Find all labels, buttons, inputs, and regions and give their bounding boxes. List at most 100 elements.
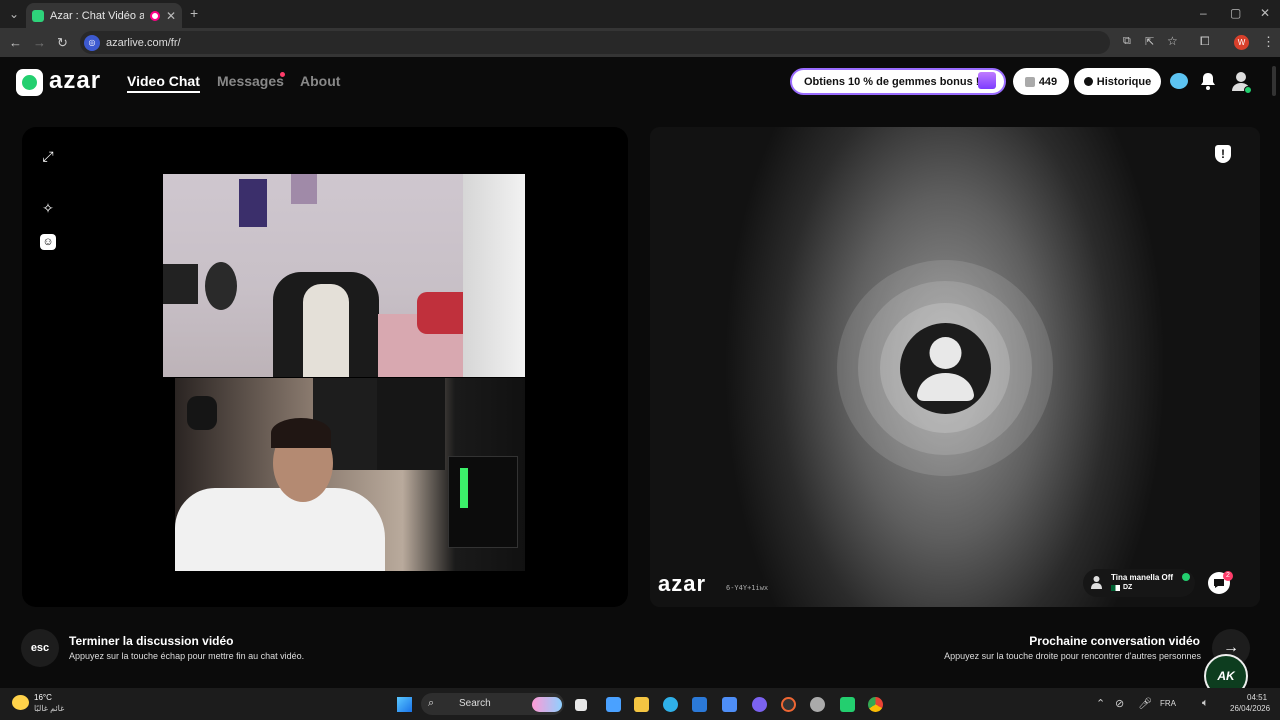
chrome-icon[interactable] xyxy=(868,697,883,712)
verified-badge-icon xyxy=(1182,573,1190,581)
algeria-flag-icon xyxy=(1111,585,1120,591)
peer-country: DZ xyxy=(1123,584,1133,591)
sticker-icon[interactable]: ☺ xyxy=(40,234,56,250)
search-highlight-icon xyxy=(532,697,562,712)
url-text: azarlive.com/fr/ xyxy=(106,36,181,49)
browser-tab-bar: ⌄ Azar : Chat Vidéo avec de n ✕ + – ▢ ✕ xyxy=(0,0,1280,28)
gem-bonus-promo-button[interactable]: Obtiens 10 % de gemmes bonus ! xyxy=(790,68,1006,95)
tray-chevron-icon[interactable]: ⌃ xyxy=(1096,697,1105,710)
start-icon[interactable] xyxy=(397,697,412,712)
minimize-icon[interactable]: – xyxy=(1200,6,1207,20)
scrollbar[interactable] xyxy=(1272,66,1276,96)
rgb-light xyxy=(460,468,468,508)
edge-icon[interactable] xyxy=(663,697,678,712)
promo-text: Obtiens 10 % de gemmes bonus ! xyxy=(804,75,980,88)
monitor xyxy=(163,264,198,304)
weather-icon[interactable] xyxy=(12,695,29,710)
gems-count: 449 xyxy=(1038,75,1058,88)
azar-watermark: azar xyxy=(658,571,707,596)
gift-icon xyxy=(978,72,996,89)
address-bar-row: ← → ↻ ◎ azarlive.com/fr/ ⧉ ⇱ ☆ ⧠ W ⋮ xyxy=(0,28,1280,57)
clock-icon xyxy=(1083,77,1093,86)
browser-tab[interactable]: Azar : Chat Vidéo avec de n ✕ xyxy=(26,3,182,28)
peer-user-icon xyxy=(1091,576,1102,589)
azar-favicon-icon xyxy=(32,9,44,22)
bell-icon[interactable] xyxy=(1200,72,1216,90)
site-info-icon[interactable]: ◎ xyxy=(84,34,100,51)
bookmark-star-icon[interactable]: ☆ xyxy=(1167,34,1178,48)
app-header: azar Video Chat Messages About Obtiens 1… xyxy=(0,58,1280,108)
history-label: Historique xyxy=(1096,75,1152,88)
clock-time[interactable]: 04:51 xyxy=(1247,693,1267,702)
volume-icon[interactable]: 🔈︎ xyxy=(1202,697,1209,710)
reload-icon[interactable]: ↻ xyxy=(57,35,68,51)
maximize-icon[interactable]: ▢ xyxy=(1230,6,1241,20)
fan xyxy=(205,262,237,310)
chair-stripe xyxy=(303,284,349,377)
store-icon[interactable] xyxy=(692,697,707,712)
clock-date[interactable]: 26/04/2026 xyxy=(1230,704,1270,713)
new-tab-icon[interactable]: + xyxy=(190,5,198,21)
history-button[interactable]: Historique xyxy=(1074,68,1161,95)
wall-poster xyxy=(291,174,317,204)
menu-icon[interactable]: ⋮ xyxy=(1262,34,1275,50)
discord-icon[interactable] xyxy=(752,697,767,712)
azar-app-icon[interactable] xyxy=(840,697,855,712)
microphone-icon[interactable]: 🎤︎ xyxy=(1138,697,1152,710)
end-chat-esc-button[interactable]: esc xyxy=(21,629,59,667)
next-chat-hint: Appuyez sur la touche droite pour rencon… xyxy=(944,651,1201,661)
gems-balance-button[interactable]: 449 xyxy=(1013,68,1069,95)
app-icon[interactable] xyxy=(781,697,796,712)
next-chat-title: Prochaine conversation vidéo xyxy=(1029,634,1200,648)
end-chat-title: Terminer la discussion vidéo xyxy=(69,634,234,648)
curtain xyxy=(463,174,525,377)
url-field[interactable]: ◎ azarlive.com/fr/ xyxy=(80,31,1110,54)
extensions-icon[interactable]: ⧠ xyxy=(1200,34,1210,49)
file-explorer-icon[interactable] xyxy=(634,697,649,712)
input-language[interactable]: FRA xyxy=(1160,699,1176,708)
camera-feed-room xyxy=(163,174,525,377)
temperature: 16°C xyxy=(34,693,52,702)
azar-logo-icon[interactable] xyxy=(16,69,43,96)
camera-feed-user xyxy=(175,378,525,571)
pc-case xyxy=(448,456,518,548)
shop-icon[interactable] xyxy=(1170,73,1188,89)
report-shield-icon[interactable]: ! xyxy=(1215,145,1231,163)
translate-icon[interactable]: ⧉ xyxy=(1123,35,1131,48)
weather-description: غائم غالبًا xyxy=(34,704,65,713)
collapse-icon[interactable]: ⤢ xyxy=(40,148,56,164)
online-status-dot xyxy=(1244,86,1252,94)
tab-search-icon[interactable]: ⌄ xyxy=(9,7,19,21)
back-icon[interactable]: ← xyxy=(9,35,22,50)
peer-name: Tina manella Off xyxy=(1111,573,1174,582)
task-view-icon[interactable] xyxy=(575,699,587,711)
chat-unread-badge: 2 xyxy=(1223,571,1233,581)
nav-video-chat[interactable]: Video Chat xyxy=(127,73,200,93)
close-tab-icon[interactable]: ✕ xyxy=(166,9,176,23)
search-icon: ⌕ xyxy=(428,697,435,709)
tab-title: Azar : Chat Vidéo avec de n xyxy=(50,9,144,22)
wall-poster xyxy=(239,179,267,227)
person-hair xyxy=(271,418,331,448)
window xyxy=(377,378,445,470)
nav-about[interactable]: About xyxy=(300,73,340,89)
recording-icon xyxy=(149,10,160,21)
messages-notification-dot xyxy=(280,72,285,77)
install-app-icon[interactable]: ⇱ xyxy=(1145,35,1154,48)
session-code: 6-Y4Y+1iwx xyxy=(726,584,769,592)
person-shirt xyxy=(175,488,385,571)
forward-icon[interactable]: → xyxy=(33,35,46,50)
settings-icon[interactable] xyxy=(810,697,825,712)
nav-messages[interactable]: Messages xyxy=(217,73,284,89)
magic-wand-icon[interactable]: ✧ xyxy=(40,200,56,216)
widgets-icon[interactable] xyxy=(606,697,621,712)
end-chat-hint: Appuyez sur la touche échap pour mettre … xyxy=(69,651,305,661)
boxing-gloves xyxy=(187,396,217,430)
network-icon[interactable]: ⊘ xyxy=(1115,697,1124,710)
placeholder-avatar-icon xyxy=(900,323,991,414)
outlook-icon[interactable] xyxy=(722,697,737,712)
gem-icon xyxy=(1024,76,1035,87)
profile-avatar[interactable]: W xyxy=(1234,35,1249,50)
logo-text[interactable]: azar xyxy=(49,67,101,95)
close-window-icon[interactable]: ✕ xyxy=(1260,6,1270,20)
